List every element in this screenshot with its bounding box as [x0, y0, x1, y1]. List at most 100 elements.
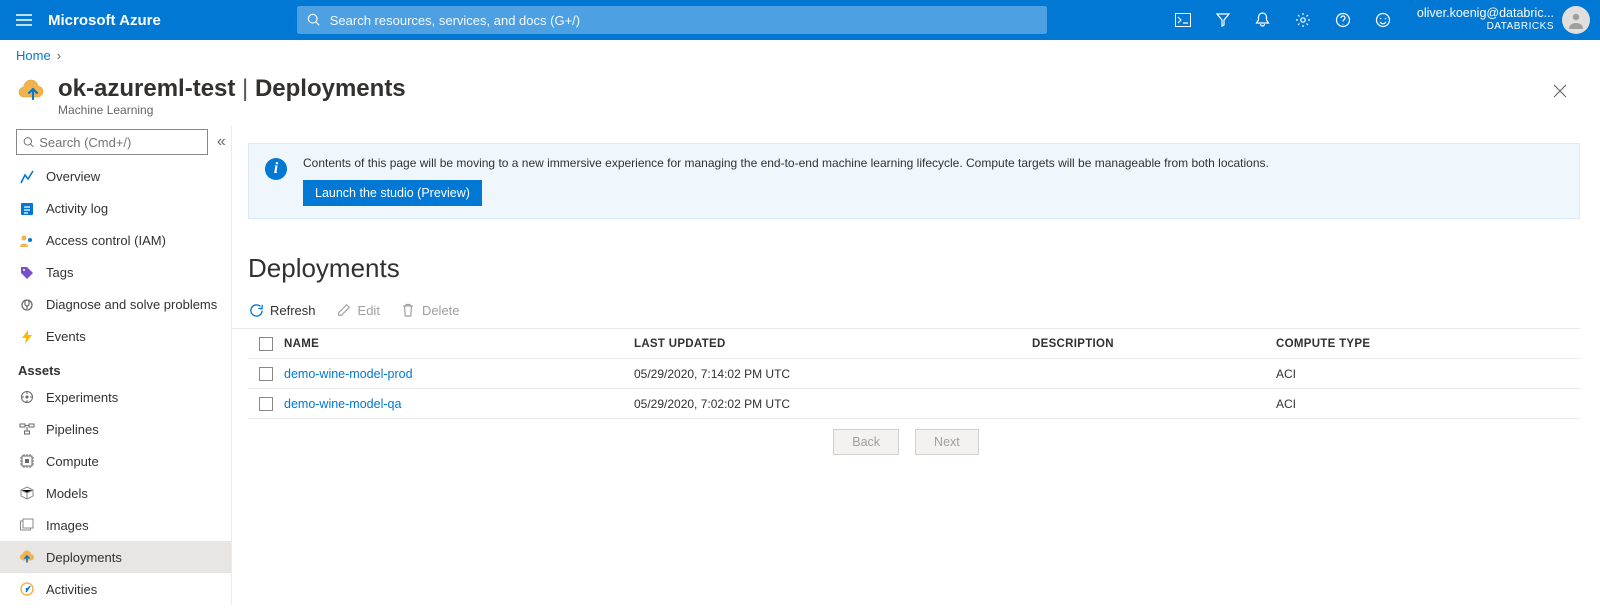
sidebar-item-images[interactable]: Images: [0, 509, 231, 541]
row-checkbox[interactable]: [259, 397, 273, 411]
sidebar-item-label: Deployments: [46, 550, 122, 565]
resource-type: Machine Learning: [58, 103, 406, 117]
user-avatar[interactable]: [1562, 6, 1590, 34]
sidebar-item-label: Pipelines: [46, 422, 99, 437]
delete-label: Delete: [422, 303, 460, 318]
deployment-link[interactable]: demo-wine-model-prod: [284, 367, 413, 381]
delete-icon: [400, 302, 416, 318]
back-button[interactable]: Back: [833, 429, 899, 455]
activities-icon: [18, 580, 36, 598]
sidebar-section-assets: Assets: [0, 353, 231, 382]
sidebar-item-activities[interactable]: Activities: [0, 573, 231, 605]
breadcrumb-home[interactable]: Home: [16, 48, 51, 63]
hamburger-menu-button[interactable]: [0, 0, 48, 40]
sidebar-item-events[interactable]: Events: [0, 321, 231, 353]
col-name[interactable]: Name: [284, 338, 634, 350]
col-compute-type[interactable]: Compute Type: [1276, 338, 1580, 350]
sidebar-item-compute[interactable]: Compute: [0, 445, 231, 477]
sidebar-item-access-control[interactable]: Access control (IAM): [0, 225, 231, 257]
iam-icon: [18, 232, 36, 250]
sidebar-item-activity-log[interactable]: Activity log: [0, 193, 231, 225]
overview-icon: [18, 168, 36, 186]
global-search[interactable]: [297, 6, 1047, 34]
page-title: ok-azureml-test | Deployments: [58, 75, 406, 103]
settings-icon[interactable]: [1283, 0, 1323, 40]
search-icon: [307, 13, 321, 27]
cloud-shell-icon[interactable]: [1163, 0, 1203, 40]
refresh-label: Refresh: [270, 303, 316, 318]
directory-filter-icon[interactable]: [1203, 0, 1243, 40]
table-row[interactable]: demo-wine-model-prod 05/29/2020, 7:14:02…: [248, 359, 1580, 389]
images-icon: [18, 516, 36, 534]
sidebar-item-models[interactable]: Models: [0, 477, 231, 509]
col-description[interactable]: Description: [1032, 338, 1276, 350]
feedback-icon[interactable]: [1363, 0, 1403, 40]
compute-icon: [18, 452, 36, 470]
help-icon[interactable]: [1323, 0, 1363, 40]
sidebar-item-diagnose[interactable]: Diagnose and solve problems: [0, 289, 231, 321]
experiments-icon: [18, 388, 36, 406]
table-header-row: Name Last Updated Description Compute Ty…: [248, 329, 1580, 359]
global-header: Microsoft Azure oliver.koenig@databric..…: [0, 0, 1600, 40]
activity-log-icon: [18, 200, 36, 218]
sidebar-item-label: Activities: [46, 582, 97, 597]
edit-icon: [336, 302, 352, 318]
global-search-input[interactable]: [330, 13, 1037, 28]
page-name: Deployments: [255, 75, 406, 102]
sidebar-item-label: Access control (IAM): [46, 233, 166, 248]
table-row[interactable]: demo-wine-model-qa 05/29/2020, 7:02:02 P…: [248, 389, 1580, 419]
deployment-link[interactable]: demo-wine-model-qa: [284, 397, 401, 411]
refresh-icon: [248, 302, 264, 318]
sidebar-item-overview[interactable]: Overview: [0, 161, 231, 193]
sidebar-item-label: Tags: [46, 265, 73, 280]
resource-name: ok-azureml-test: [58, 75, 235, 102]
sidebar-item-label: Activity log: [46, 201, 108, 216]
cell-compute: ACI: [1276, 367, 1580, 381]
info-banner: i Contents of this page will be moving t…: [248, 143, 1580, 219]
collapse-sidebar-button[interactable]: «: [212, 133, 231, 151]
section-title: Deployments: [248, 253, 1580, 284]
tags-icon: [18, 264, 36, 282]
refresh-button[interactable]: Refresh: [248, 302, 316, 318]
ml-workspace-icon: [16, 75, 50, 109]
page-title-row: ok-azureml-test | Deployments Machine Le…: [0, 71, 1600, 125]
edit-button[interactable]: Edit: [336, 302, 380, 318]
breadcrumb: Home ›: [0, 40, 1600, 71]
diagnose-icon: [18, 296, 36, 314]
select-all-checkbox[interactable]: [259, 337, 273, 351]
sidebar-item-deployments[interactable]: Deployments: [0, 541, 231, 573]
cell-compute: ACI: [1276, 397, 1580, 411]
deployments-table: Name Last Updated Description Compute Ty…: [248, 329, 1580, 419]
cell-updated: 05/29/2020, 7:02:02 PM UTC: [634, 397, 1032, 411]
next-button[interactable]: Next: [915, 429, 979, 455]
sidebar-search-input[interactable]: [39, 135, 200, 150]
row-checkbox[interactable]: [259, 367, 273, 381]
banner-text: Contents of this page will be moving to …: [303, 156, 1269, 170]
delete-button[interactable]: Delete: [400, 302, 460, 318]
pager: Back Next: [232, 429, 1580, 455]
sidebar-item-pipelines[interactable]: Pipelines: [0, 413, 231, 445]
info-icon: i: [265, 158, 287, 180]
user-org: DATABRICKS: [1417, 20, 1554, 34]
close-blade-button[interactable]: [1544, 75, 1576, 107]
sidebar-item-label: Events: [46, 329, 86, 344]
sidebar-item-tags[interactable]: Tags: [0, 257, 231, 289]
toolbar: Refresh Edit Delete: [232, 302, 1580, 329]
sidebar-item-experiments[interactable]: Experiments: [0, 382, 231, 414]
edit-label: Edit: [358, 303, 380, 318]
events-icon: [18, 328, 36, 346]
cell-updated: 05/29/2020, 7:14:02 PM UTC: [634, 367, 1032, 381]
col-last-updated[interactable]: Last Updated: [634, 338, 1032, 350]
main-content: i Contents of this page will be moving t…: [232, 125, 1600, 605]
sidebar-item-label: Images: [46, 518, 89, 533]
brand-label: Microsoft Azure: [48, 12, 181, 29]
user-email: oliver.koenig@databric...: [1417, 6, 1554, 20]
sidebar-item-label: Diagnose and solve problems: [46, 297, 217, 312]
launch-studio-button[interactable]: Launch the studio (Preview): [303, 180, 482, 206]
sidebar-item-label: Models: [46, 486, 88, 501]
sidebar-search[interactable]: [16, 129, 208, 155]
notifications-icon[interactable]: [1243, 0, 1283, 40]
search-icon: [23, 136, 35, 149]
deployments-icon: [18, 548, 36, 566]
user-account-block[interactable]: oliver.koenig@databric... DATABRICKS: [1403, 6, 1562, 34]
